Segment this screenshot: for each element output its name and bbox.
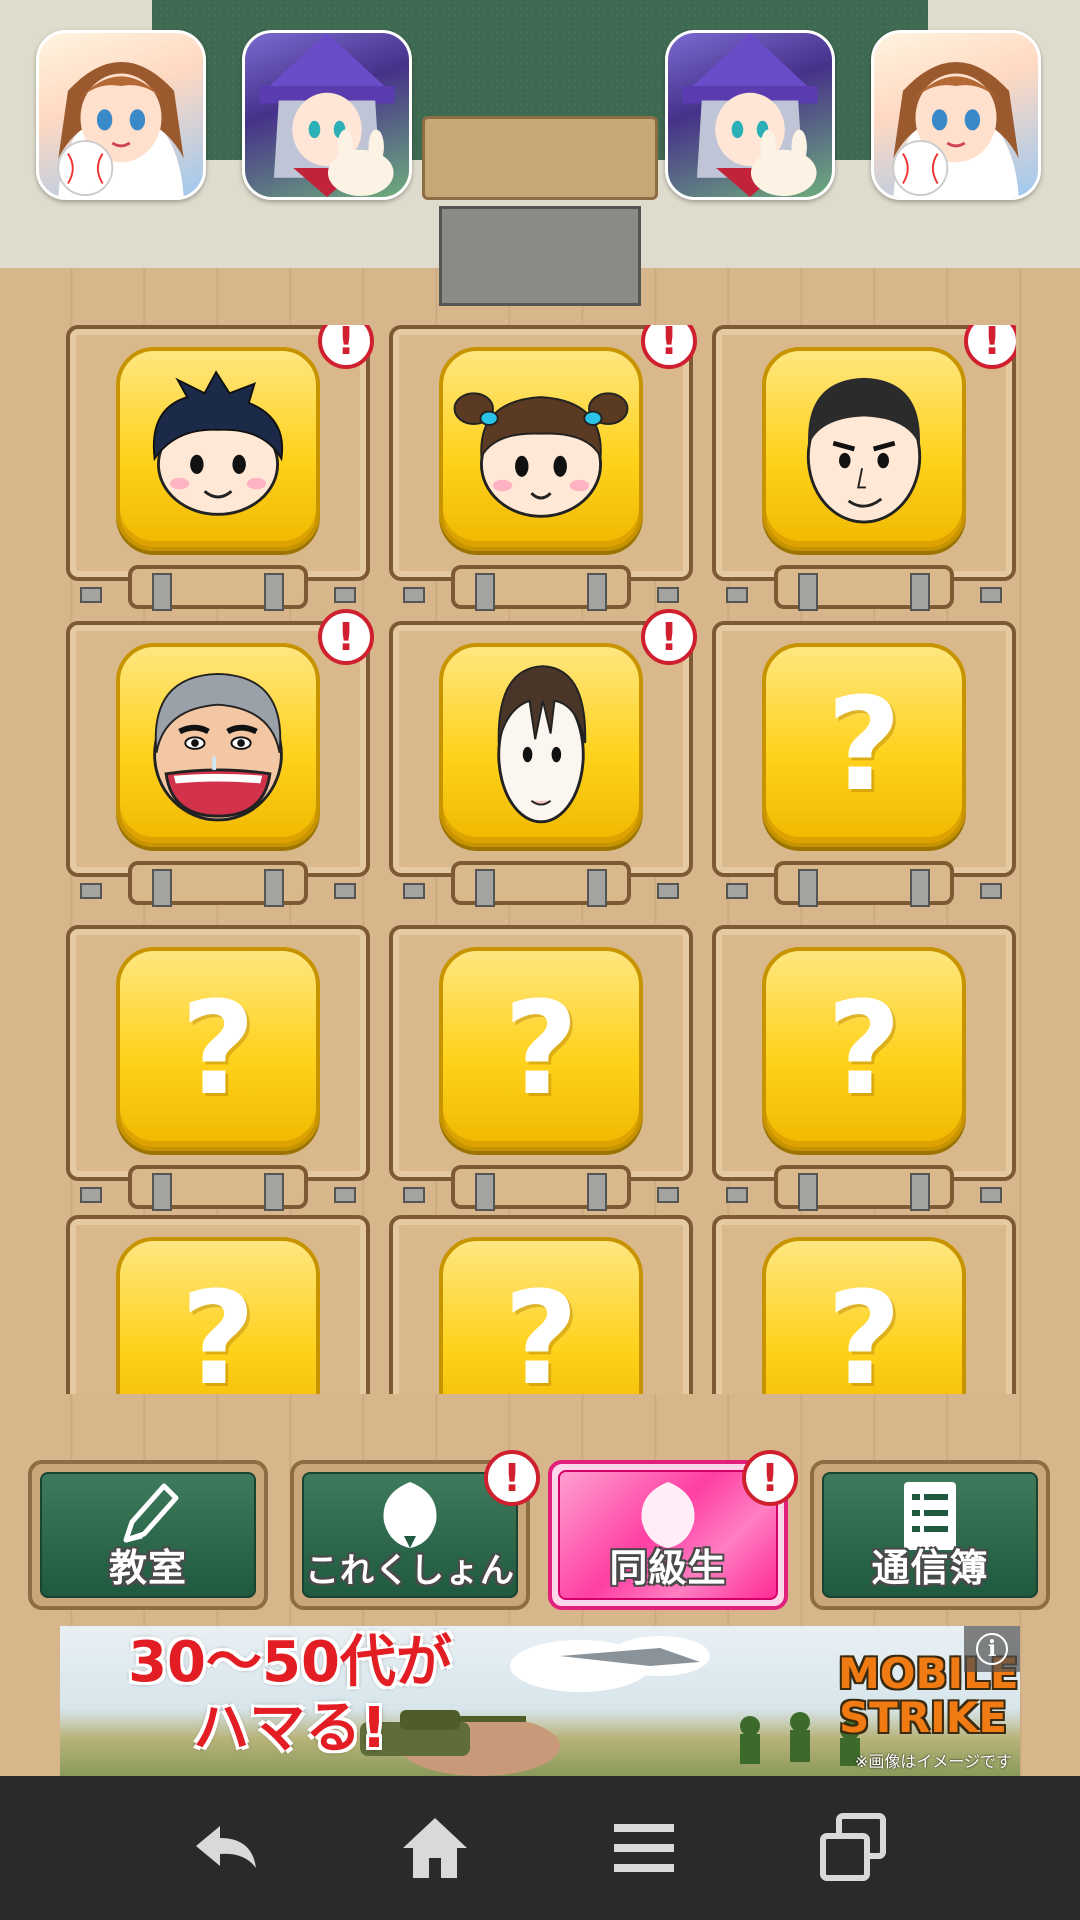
teacher-desk <box>422 116 658 200</box>
old-man-face-icon <box>153 672 283 822</box>
desk-legs <box>451 1165 631 1211</box>
classmate-card-pale-boy[interactable] <box>439 643 643 847</box>
classmate-desk: ? <box>712 621 1016 907</box>
home-icon[interactable] <box>395 1808 475 1888</box>
classmate-card-locked[interactable]: ? <box>439 1237 643 1394</box>
desk-legs <box>128 1165 308 1211</box>
classmate-card-locked[interactable]: ? <box>762 1237 966 1394</box>
classmate-desk: ! <box>712 325 1016 611</box>
alert-badge: ! <box>484 1450 540 1506</box>
classmates-button[interactable]: 同級生 ! <box>548 1450 798 1610</box>
classmate-desk: ? <box>66 925 370 1211</box>
ad-headline: 30〜50代が ハマる! <box>128 1630 452 1761</box>
question-icon: ? <box>503 1264 579 1395</box>
system-navbar <box>0 1776 1080 1920</box>
classmates-label: 同級生 <box>609 1546 727 1590</box>
classmate-desk: ! <box>389 325 697 611</box>
ad-info-button[interactable]: i <box>964 1626 1020 1672</box>
classmate-grid: ! ! ! ! ! ? ? ? ? ? ? ? <box>66 325 1016 1394</box>
pale-boy-face-icon <box>497 665 587 824</box>
classmate-card-pigtail-girl[interactable] <box>439 347 643 551</box>
desk-legs <box>451 861 631 907</box>
classmate-card-boy[interactable] <box>116 347 320 551</box>
alert-badge: ! <box>318 609 374 665</box>
baseball-girl-icon[interactable] <box>36 30 206 200</box>
menu-icon[interactable] <box>604 1808 684 1888</box>
classmate-card-locked[interactable]: ? <box>116 1237 320 1394</box>
pigtail-girl-face-icon <box>453 392 629 518</box>
ad-banner[interactable]: 30〜50代が ハマる! MOBILE STRIKE ※画像はイメージです i <box>60 1626 1020 1776</box>
collection-button[interactable]: これくしょん ! <box>290 1450 540 1610</box>
boy-face-icon <box>152 370 284 516</box>
info-icon: i <box>976 1633 1008 1665</box>
report-card-label: 通信簿 <box>871 1546 989 1590</box>
classmate-card-locked[interactable]: ? <box>439 947 643 1151</box>
classmate-desk: ? <box>712 925 1016 1211</box>
desk-legs <box>774 565 954 611</box>
classmate-card-locked[interactable]: ? <box>762 947 966 1151</box>
desk-legs <box>451 565 631 611</box>
baseball-girl-icon[interactable] <box>871 30 1041 200</box>
classmate-desk: ? <box>389 925 693 1211</box>
classmate-desk: ! <box>66 609 374 907</box>
ad-disclaimer: ※画像はイメージです <box>854 1752 1012 1771</box>
back-icon[interactable] <box>186 1808 266 1888</box>
desk-legs <box>774 861 954 907</box>
classmate-card-locked[interactable]: ? <box>762 643 966 847</box>
classmate-desk: ! <box>389 609 697 907</box>
desk-legs <box>128 861 308 907</box>
alert-badge: ! <box>641 609 697 665</box>
classmate-card-crewcut-boy[interactable] <box>762 347 966 551</box>
recent-apps-icon[interactable] <box>813 1808 893 1888</box>
question-icon: ? <box>826 670 902 820</box>
question-icon: ? <box>503 974 579 1124</box>
desk-legs <box>774 1165 954 1211</box>
classmate-card-old-man[interactable] <box>116 643 320 847</box>
classmate-desk: ? <box>66 1215 370 1394</box>
witch-rabbit-icon[interactable] <box>665 30 835 200</box>
desk-legs <box>128 565 308 611</box>
classmate-desk: ? <box>389 1215 693 1394</box>
crewcut-boy-face-icon <box>806 377 922 524</box>
question-icon: ? <box>180 1264 256 1395</box>
report-card-button[interactable]: 通信簿 <box>810 1460 1050 1610</box>
question-icon: ? <box>826 1264 902 1395</box>
question-icon: ? <box>180 974 256 1124</box>
classroom-button[interactable]: 教室 <box>28 1460 268 1610</box>
classmate-desk: ? <box>712 1215 1016 1394</box>
question-icon: ? <box>826 974 902 1124</box>
classmate-card-locked[interactable]: ? <box>116 947 320 1151</box>
collection-label: これくしょん <box>305 1551 515 1591</box>
classmate-desk: ! <box>66 325 374 611</box>
alert-badge: ! <box>742 1450 798 1506</box>
lectern <box>439 206 641 306</box>
witch-rabbit-icon[interactable] <box>242 30 412 200</box>
classroom-label: 教室 <box>108 1546 187 1590</box>
